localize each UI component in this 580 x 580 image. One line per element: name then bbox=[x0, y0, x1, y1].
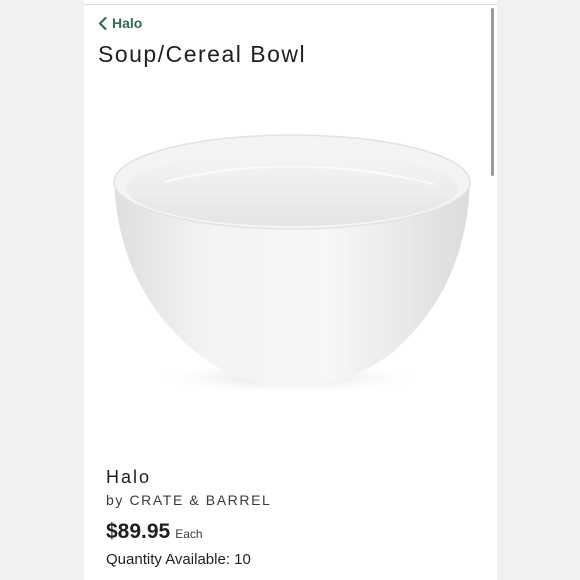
scrollbar[interactable] bbox=[491, 8, 494, 176]
back-label: Halo bbox=[112, 15, 143, 31]
phone-screen: Halo Soup/Cereal Bowl Halo by CRATE & BA… bbox=[84, 0, 497, 580]
price: $89.95 bbox=[106, 520, 171, 543]
quantity-available: Quantity Available: 10 bbox=[106, 551, 251, 568]
price-row: $89.95 Each bbox=[106, 520, 203, 544]
background-left bbox=[0, 0, 84, 580]
status-bar bbox=[84, 0, 497, 5]
product-maker: by CRATE & BARREL bbox=[106, 492, 272, 508]
page-title: Soup/Cereal Bowl bbox=[98, 41, 307, 67]
background-right bbox=[497, 0, 580, 580]
back-button[interactable]: Halo bbox=[98, 15, 142, 31]
chevron-left-icon bbox=[98, 16, 107, 30]
price-unit: Each bbox=[175, 527, 203, 541]
product-image bbox=[94, 110, 489, 430]
product-pattern: Halo bbox=[106, 467, 152, 487]
